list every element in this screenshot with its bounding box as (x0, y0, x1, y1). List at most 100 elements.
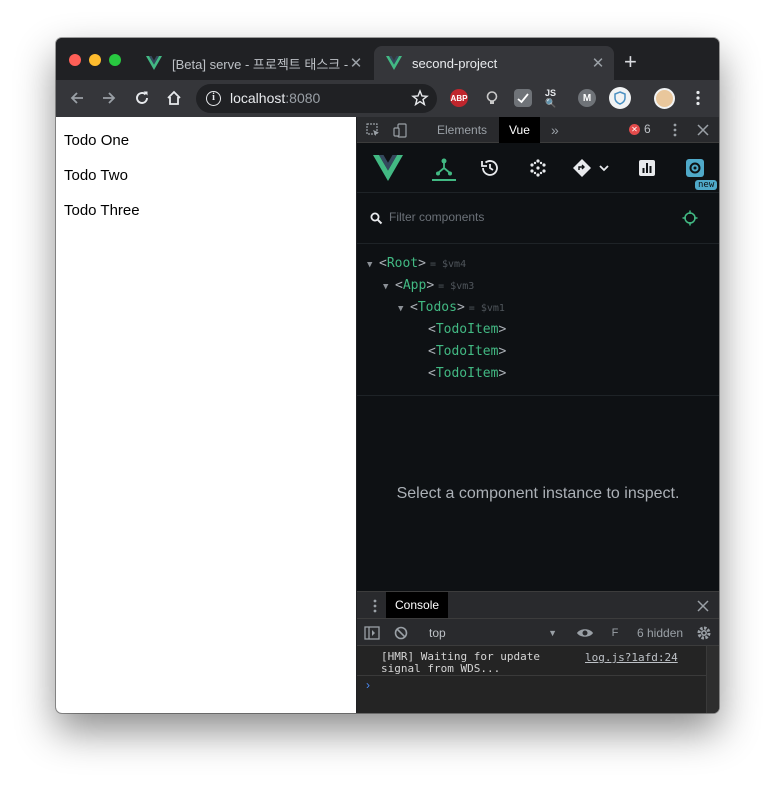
browser-toolbar: i localhost:8080 ABP JS🔍 M (56, 80, 719, 117)
tab-title: second-project (412, 55, 498, 71)
close-drawer-icon[interactable] (693, 596, 713, 616)
clear-console-icon[interactable] (391, 623, 411, 643)
vue-logo-icon (373, 155, 403, 181)
drawer-header: Console (357, 591, 719, 619)
tab-elements[interactable]: Elements (427, 117, 497, 143)
close-tab-icon[interactable]: ✕ (590, 54, 606, 72)
tree-node-todoitem[interactable]: <TodoItem> (428, 341, 506, 363)
close-tab-icon[interactable]: ✕ (348, 54, 364, 72)
tree-node-app[interactable]: ▼ <App> = $vm3 (383, 275, 474, 297)
console-toolbar: top ▼ F 6 hidden (357, 618, 719, 646)
shield-extension-icon[interactable] (609, 87, 631, 109)
hidden-messages-count[interactable]: 6 hidden (637, 626, 683, 640)
filter-input-truncated[interactable]: F (609, 623, 621, 643)
tree-node-root[interactable]: ▼ <Root> = $vm4 (367, 253, 466, 275)
menu-kebab-icon[interactable] (688, 88, 708, 108)
live-expression-eye-icon[interactable] (575, 623, 595, 643)
inspect-element-icon[interactable] (363, 120, 383, 140)
component-name: Root (386, 256, 419, 271)
m-extension-icon[interactable]: M (578, 89, 596, 107)
url-port: :8080 (285, 90, 321, 106)
log-message: [HMR] Waiting for update signal from WDS… (381, 650, 540, 675)
log-source-link[interactable]: log.js?1afd:24 (585, 651, 678, 664)
more-tabs-button[interactable]: » (541, 117, 569, 143)
context-value: top (429, 626, 446, 640)
inspect-placeholder: Select a component instance to inspect. (357, 395, 719, 591)
sidebar-toggle-icon[interactable] (362, 623, 382, 643)
component-name: Todos (417, 300, 457, 315)
tab-vue[interactable]: Vue (499, 117, 540, 143)
dropdown-caret-icon: ▼ (548, 628, 557, 638)
close-devtools-icon[interactable] (693, 120, 713, 140)
home-icon[interactable] (164, 88, 184, 108)
todo-item: Todo Two (64, 167, 128, 184)
vuex-icon[interactable] (525, 155, 551, 181)
url-text: localhost:8080 (230, 90, 320, 106)
bookmark-star-icon[interactable] (410, 88, 430, 108)
vue-logo-icon (386, 56, 402, 70)
console-settings-gear-icon[interactable] (694, 623, 714, 643)
new-tab-button[interactable]: + (624, 51, 637, 73)
checkmark-extension-icon[interactable] (514, 89, 532, 107)
console-output: [HMR] Waiting for update signal from WDS… (357, 646, 719, 713)
vue-logo-icon (146, 56, 162, 70)
reload-icon[interactable] (132, 88, 152, 108)
expand-arrow-icon[interactable]: ▼ (367, 254, 379, 276)
error-count[interactable]: 6 (644, 122, 651, 136)
history-icon[interactable] (477, 155, 503, 181)
tree-node-todoitem[interactable]: <TodoItem> (428, 319, 506, 341)
vm-reference: = $vm3 (438, 281, 475, 292)
tab-console[interactable]: Console (386, 592, 449, 619)
todo-item: Todo Three (64, 202, 140, 219)
expand-arrow-icon[interactable]: ▼ (383, 276, 395, 298)
search-icon (366, 208, 386, 228)
address-bar[interactable]: i localhost:8080 (196, 84, 437, 113)
divider (357, 675, 707, 676)
devtools-panel: Elements Vue » ✕ 6 new Filter components… (357, 117, 719, 713)
vue-devtools: new Filter components ▼ <Root> = $vm4 ▼ <Ap… (357, 143, 719, 591)
device-toolbar-icon[interactable] (390, 120, 410, 140)
close-window-button[interactable] (69, 54, 81, 66)
url-host: localhost (230, 90, 286, 106)
router-dropdown-icon[interactable] (571, 155, 611, 181)
component-filter-bar: Filter components (357, 193, 719, 244)
lightbulb-extension-icon[interactable] (483, 89, 501, 107)
profile-avatar[interactable] (654, 88, 675, 109)
todo-item: Todo One (64, 132, 130, 149)
forward-icon[interactable] (99, 88, 119, 108)
expand-arrow-icon[interactable]: ▼ (398, 298, 410, 320)
components-tab-icon[interactable] (429, 155, 459, 181)
error-icon[interactable]: ✕ (629, 124, 640, 135)
js-search-extension-icon[interactable]: JS🔍 (545, 88, 563, 108)
new-badge: new (695, 180, 718, 190)
select-component-target-icon[interactable] (680, 208, 700, 228)
adblock-plus-icon[interactable]: ABP (450, 89, 468, 107)
page-viewport: Todo One Todo Two Todo Three (56, 117, 356, 713)
vm-reference: = $vm4 (429, 259, 467, 270)
tree-node-todos[interactable]: ▼ <Todos> = $vm1 (398, 297, 505, 319)
devtools-tab-bar: Elements Vue » ✕ 6 (357, 117, 719, 143)
drawer-menu-icon[interactable] (365, 596, 385, 616)
tab-strip: [Beta] serve - 프로젝트 태스크 - Vi ✕ second-pr… (56, 38, 719, 80)
maximize-window-button[interactable] (109, 54, 121, 66)
minimize-window-button[interactable] (89, 54, 101, 66)
vm-reference: = $vm1 (468, 303, 505, 314)
tab-title: [Beta] serve - 프로젝트 태스크 - Vi (172, 56, 348, 72)
tab-second-project[interactable]: second-project ✕ (374, 46, 614, 80)
vue-toolbar: new (357, 143, 719, 193)
tree-node-todoitem[interactable]: <TodoItem> (428, 363, 506, 385)
component-name: TodoItem (435, 322, 499, 337)
tab-beta-serve[interactable]: [Beta] serve - 프로젝트 태스크 - Vi ✕ (134, 46, 372, 80)
console-prompt[interactable]: › (366, 678, 370, 692)
component-name: TodoItem (435, 366, 499, 381)
component-name: TodoItem (435, 344, 499, 359)
browser-window: [Beta] serve - 프로젝트 태스크 - Vi ✕ second-pr… (56, 38, 719, 713)
devtools-menu-icon[interactable] (665, 120, 685, 140)
info-icon[interactable]: i (206, 91, 221, 106)
settings-icon[interactable] (682, 155, 708, 181)
filter-components-input[interactable]: Filter components (389, 210, 484, 224)
back-icon[interactable] (67, 88, 87, 108)
context-selector[interactable]: top ▼ (421, 623, 561, 643)
console-scrollbar[interactable] (706, 646, 719, 713)
performance-icon[interactable] (634, 155, 660, 181)
